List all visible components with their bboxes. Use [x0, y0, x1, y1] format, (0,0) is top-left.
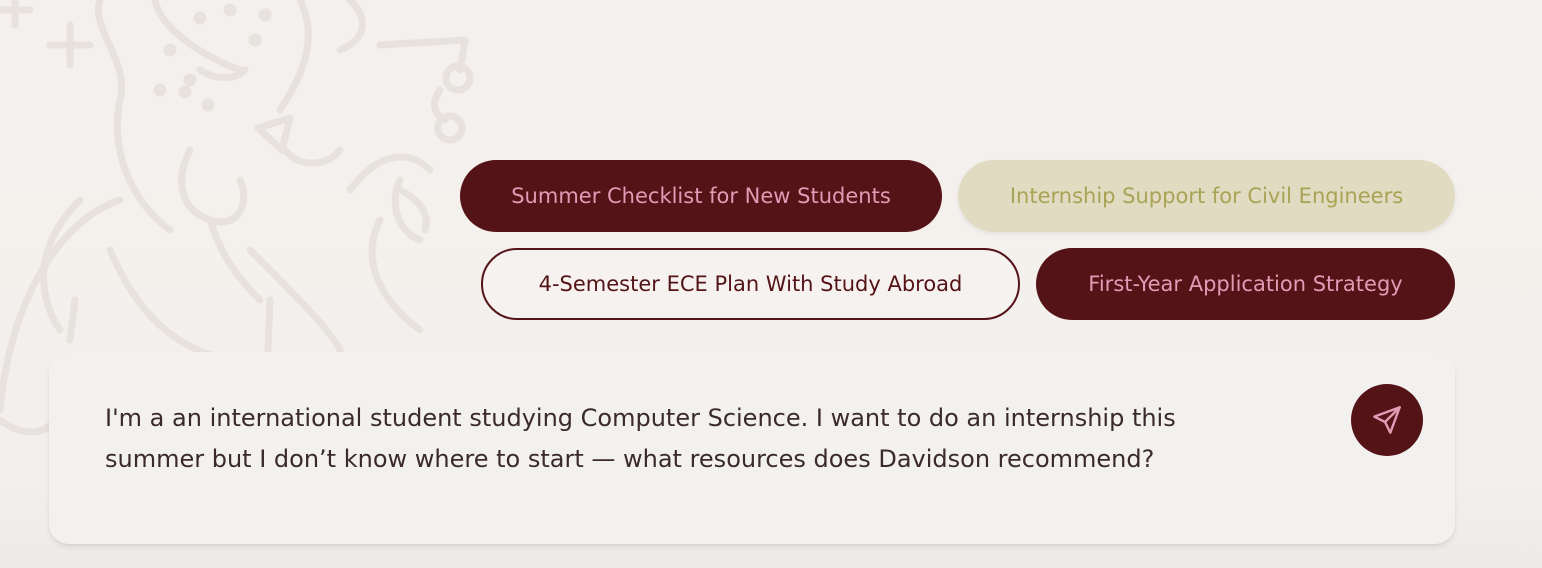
- send-icon: [1373, 406, 1401, 434]
- suggestion-chip-summer-checklist[interactable]: Summer Checklist for New Students: [460, 160, 942, 232]
- send-button[interactable]: [1351, 384, 1423, 456]
- chat-page: Summer Checklist for New Students Intern…: [0, 0, 1542, 568]
- message-composer: I'm a an international student studying …: [49, 352, 1455, 544]
- message-input[interactable]: I'm a an international student studying …: [105, 398, 1275, 480]
- suggestion-chip-ece-plan[interactable]: 4-Semester ECE Plan With Study Abroad: [481, 248, 1020, 320]
- suggestion-chip-application-strategy[interactable]: First-Year Application Strategy: [1036, 248, 1455, 320]
- suggestion-chip-internship-support[interactable]: Internship Support for Civil Engineers: [958, 160, 1455, 232]
